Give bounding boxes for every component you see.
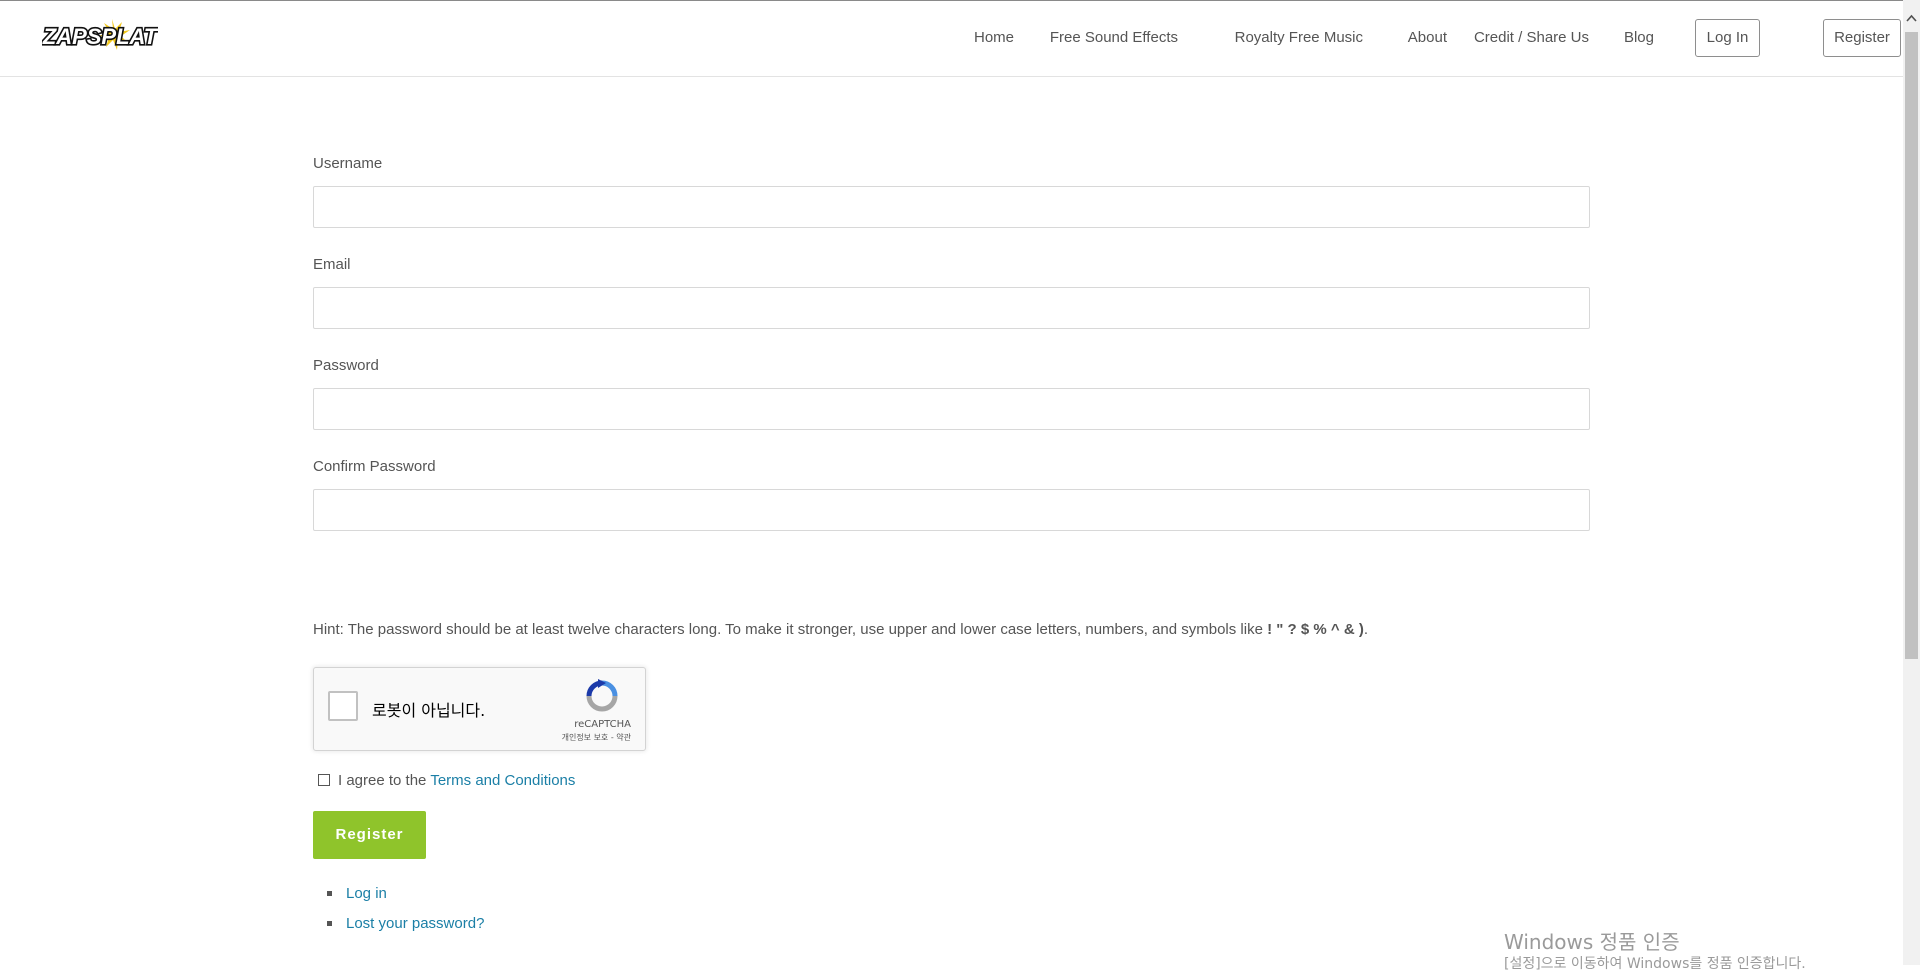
hint-suffix: . [1363,621,1368,638]
hint-symbols: ! " ? $ % ^ & ) [1267,621,1364,638]
username-input[interactable] [313,186,1590,228]
windows-activation-subtitle: [설정]으로 이동하여 Windows를 정품 인증합니다. [1504,956,1806,972]
zapsplat-logo[interactable]: ZAPSPLAT [40,17,160,59]
register-nav-button[interactable]: Register [1823,19,1901,57]
nav-about[interactable]: About [1408,29,1447,46]
bullet-icon [327,891,332,896]
terms-link[interactable]: Terms and Conditions [430,772,575,789]
recaptcha-privacy-links[interactable]: 개인정보 보호 - 약관 [562,732,631,743]
recaptcha-widget: 로봇이 아닙니다. reCAPTCHA 개인정보 보호 - 약관 [313,667,646,751]
nav-home[interactable]: Home [974,29,1014,46]
terms-agreement: I agree to the Terms and Conditions [318,772,575,789]
site-header: ZAPSPLAT Home Free Sound Effects Royalty… [0,1,1903,77]
email-input[interactable] [313,287,1590,329]
windows-activation-title: Windows 정품 인증 [1504,930,1680,954]
lost-password-link[interactable]: Lost your password? [346,915,484,932]
login-button[interactable]: Log In [1695,19,1760,57]
scroll-up-arrow-icon[interactable] [1905,12,1918,24]
confirm-password-label: Confirm Password [313,458,436,475]
email-label: Email [313,256,351,273]
username-label: Username [313,155,383,172]
hint-text: Hint: The password should be at least tw… [313,621,1268,638]
terms-checkbox[interactable] [318,774,330,786]
nav-royalty-free-music[interactable]: Royalty Free Music [1235,29,1363,46]
recaptcha-label: 로봇이 아닙니다. [372,701,486,720]
nav-credit-share[interactable]: Credit / Share Us [1474,29,1589,46]
password-hint: Hint: The password should be at least tw… [313,621,1368,638]
agree-text: I agree to the [338,772,427,789]
login-link[interactable]: Log in [346,885,387,902]
register-button[interactable]: Register [313,811,426,859]
recaptcha-brand: reCAPTCHA [574,719,631,730]
logo-text: ZAPSPLAT [42,24,158,49]
confirm-password-input[interactable] [313,489,1590,531]
recaptcha-logo-icon [586,679,618,712]
vertical-scrollbar[interactable] [1903,0,1920,965]
password-input[interactable] [313,388,1590,430]
nav-blog[interactable]: Blog [1624,29,1654,46]
recaptcha-checkbox[interactable] [328,691,358,721]
scrollbar-thumb[interactable] [1905,32,1918,659]
bullet-icon [327,921,332,926]
password-label: Password [313,357,379,374]
nav-free-sound-effects[interactable]: Free Sound Effects [1050,29,1178,46]
